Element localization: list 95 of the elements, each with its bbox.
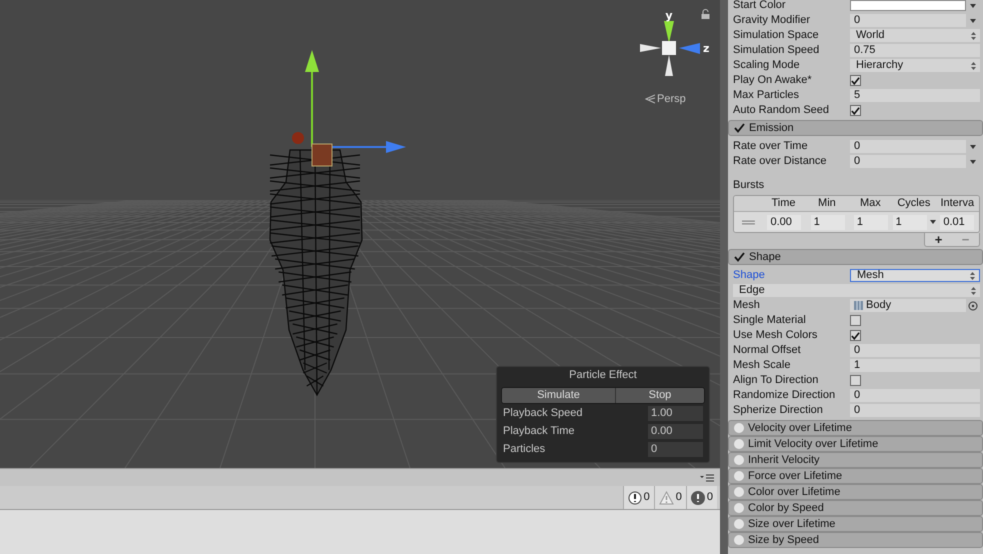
simulate-button[interactable]: Simulate <box>502 388 616 403</box>
column-header: Min <box>817 196 837 211</box>
table-cell[interactable]: 1 <box>810 214 845 230</box>
column-header: Time <box>770 196 796 211</box>
updown-arrow-icon <box>971 62 976 70</box>
info-icon <box>628 490 642 504</box>
value-field[interactable]: 0 <box>850 344 980 357</box>
module-header[interactable]: Emission <box>728 120 983 136</box>
dropdown[interactable]: Mesh <box>850 269 980 282</box>
dropdown-arrow-icon <box>970 144 976 148</box>
panel-title: Particle Effect <box>568 368 638 383</box>
dropdown[interactable]: World <box>850 29 980 42</box>
property-label: Single Material <box>733 313 807 328</box>
value-field[interactable]: 5 <box>850 89 980 102</box>
table-cell[interactable]: 0.00 <box>767 214 802 230</box>
console-filter-button[interactable]: 0 <box>654 486 686 509</box>
checkbox[interactable] <box>850 105 861 116</box>
checkbox[interactable] <box>850 375 861 386</box>
property-label: Simulation Space <box>733 28 820 43</box>
property-label: Start Color <box>733 0 787 13</box>
property-label: Play On Awake* <box>733 73 813 88</box>
value-field[interactable]: 0 <box>850 140 966 153</box>
module-header[interactable]: Size over Lifetime <box>728 516 983 532</box>
field-label: Playback Time <box>503 424 575 439</box>
stop-button[interactable]: Stop <box>616 388 704 403</box>
checkbox[interactable] <box>850 315 861 326</box>
column-header: Max <box>858 196 882 211</box>
console-filter-button[interactable]: 0 <box>686 486 717 509</box>
value-field[interactable]: 0 <box>850 404 980 417</box>
updown-arrow-icon <box>971 32 976 40</box>
module-header[interactable]: Size by Speed <box>728 532 983 548</box>
warning-icon <box>658 490 674 504</box>
object-picker-icon[interactable] <box>966 300 980 310</box>
dropdown[interactable]: Edge <box>733 284 980 297</box>
updown-arrow-icon <box>970 272 975 280</box>
table-cell[interactable]: 1 <box>892 214 927 230</box>
checkbox[interactable] <box>850 330 861 341</box>
object-field[interactable]: Body <box>850 299 966 312</box>
value-field[interactable]: 0.75 <box>850 44 980 57</box>
updown-arrow-icon <box>971 286 976 294</box>
lock-icon[interactable] <box>701 9 710 19</box>
orientation-gizmo-drawing[interactable]: y z <box>640 10 715 80</box>
drag-handle-icon[interactable] <box>742 220 755 224</box>
table-cell[interactable]: 1 <box>854 214 888 230</box>
module-header[interactable]: Limit Velocity over Lifetime <box>728 436 983 452</box>
module-header[interactable]: Velocity over Lifetime <box>728 420 983 436</box>
value-field[interactable]: 0 <box>850 389 980 402</box>
checkbox[interactable] <box>850 75 861 86</box>
projection-label[interactable]: Persp <box>657 91 686 108</box>
color-swatch[interactable] <box>850 0 966 11</box>
mesh-icon <box>854 301 863 310</box>
dropdown-arrow-icon <box>970 18 976 22</box>
property-label: Mesh <box>733 298 761 313</box>
value-field[interactable]: 0 <box>648 442 703 456</box>
scene-view[interactable]: y z Persp Particle Effect Simulate Stop Playback Speed 1.00 Playback Time 0.00 Particles 0 <box>0 0 720 468</box>
value-field[interactable]: 0 <box>850 155 966 168</box>
value-field[interactable]: 1.00 <box>648 406 703 420</box>
module-header[interactable]: Shape <box>728 249 983 265</box>
module-header[interactable]: Color over Lifetime <box>728 484 983 500</box>
dropdown-arrow-icon <box>970 4 976 8</box>
value-field[interactable]: 1 <box>850 359 980 372</box>
property-label: Rate over Time <box>733 139 809 154</box>
property-label: Normal Offset <box>733 343 802 358</box>
field-label: Playback Speed <box>503 406 582 421</box>
property-label: Mesh Scale <box>733 358 792 373</box>
dropdown-arrow-icon <box>970 160 976 164</box>
property-label: Spherize Direction <box>733 403 824 418</box>
value-field[interactable]: 0.00 <box>648 424 703 438</box>
dropdown[interactable]: Hierarchy <box>850 59 980 72</box>
console-filter-button[interactable]: 0 <box>622 486 654 509</box>
table-cell[interactable]: 0.01 <box>940 214 974 230</box>
module-header[interactable]: Inherit Velocity <box>728 452 983 468</box>
column-header: Cycles <box>896 196 932 211</box>
value-field[interactable]: 0 <box>850 14 966 27</box>
error-icon <box>690 490 705 504</box>
perspective-icon <box>645 94 655 104</box>
module-header[interactable]: Force over Lifetime <box>728 468 983 484</box>
property-label: Align To Direction <box>733 373 820 388</box>
section-label: Bursts <box>733 179 766 192</box>
menu-icon[interactable] <box>700 474 714 482</box>
property-label: Randomize Direction <box>733 388 836 403</box>
field-label: Particles <box>503 442 546 457</box>
property-label: Scaling Mode <box>733 58 801 73</box>
property-label: Gravity Modifier <box>733 13 812 28</box>
property-label: Use Mesh Colors <box>733 328 818 343</box>
column-header: Interva <box>939 196 976 211</box>
property-label: Simulation Speed <box>733 43 820 58</box>
property-label: Max Particles <box>733 88 800 103</box>
property-label: Shape <box>733 268 766 283</box>
dropdown-arrow-icon <box>930 220 936 224</box>
module-header[interactable]: Color by Speed <box>728 500 983 516</box>
add-button[interactable]: + <box>925 233 952 246</box>
property-label: Auto Random Seed <box>733 103 830 118</box>
property-label: Rate over Distance <box>733 154 828 169</box>
move-gizmo-drawing[interactable] <box>290 50 406 168</box>
